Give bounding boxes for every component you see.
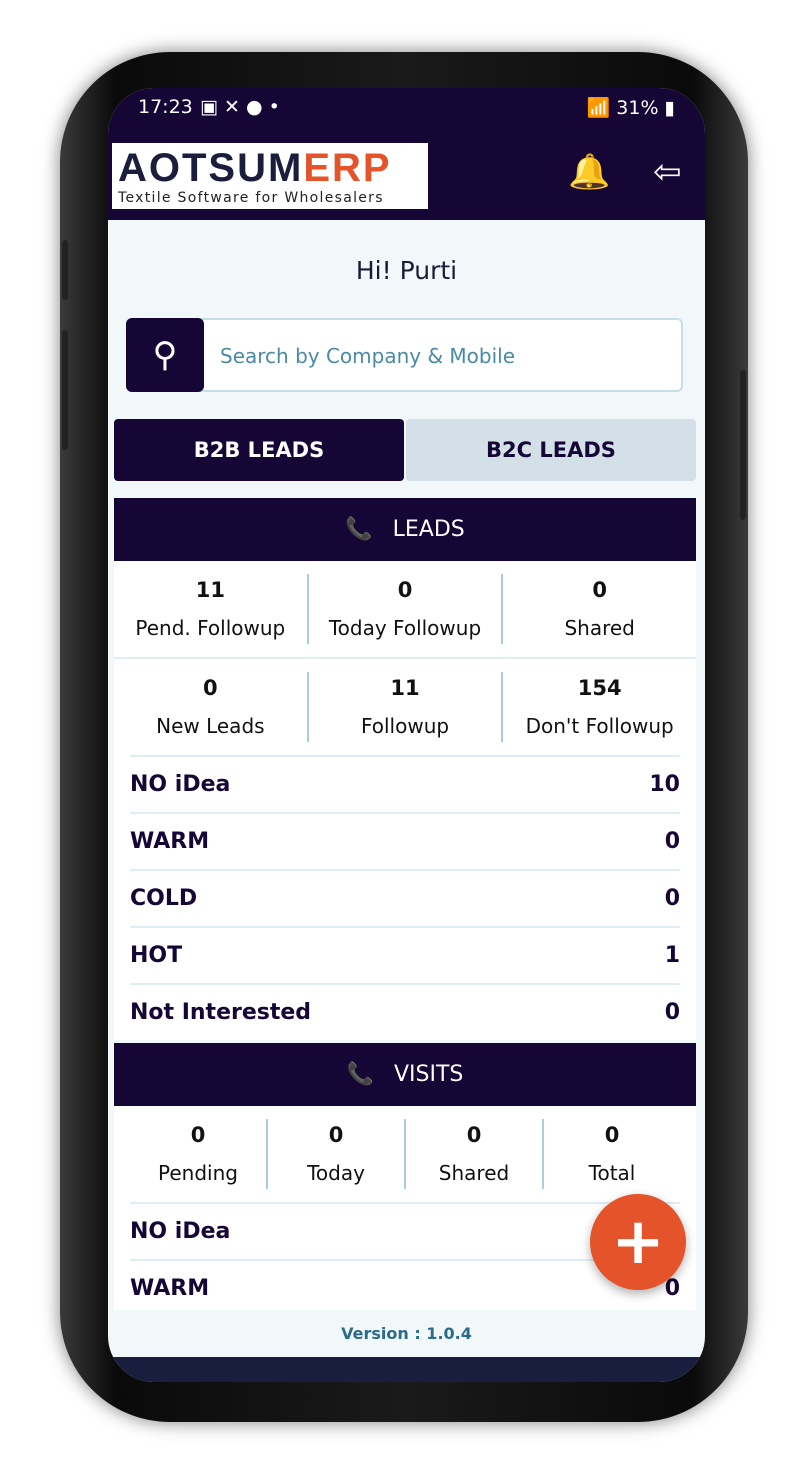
stat-followup[interactable]: 11 Followup — [309, 672, 504, 742]
lead-row-no-idea[interactable]: NO iDea 10 — [130, 755, 680, 812]
row-label: HOT — [130, 943, 183, 968]
greeting: Hi! Purti — [355, 256, 458, 285]
volume-button — [62, 240, 68, 300]
stat-value: 154 — [577, 676, 622, 700]
status-bar: 17:23 ▣ ✕ ● • 📶 31% ▮ — [108, 88, 705, 130]
lead-row-not-interested[interactable]: Not Interested 0 — [130, 983, 680, 1040]
stat-today-followup[interactable]: 0 Today Followup — [309, 574, 504, 644]
signal-icon: 📶 — [586, 97, 617, 119]
leads-header: 📞 LEADS — [114, 498, 696, 561]
volume-button — [62, 330, 68, 450]
lead-row-warm[interactable]: WARM 0 — [130, 812, 680, 869]
tab-b2c-leads[interactable]: B2C LEADS — [406, 419, 696, 481]
stat-label: Don't Followup — [525, 714, 674, 738]
logo-accent: ERP — [303, 146, 392, 190]
stat-value: 0 — [328, 1123, 344, 1147]
stat-value: 0 — [466, 1123, 482, 1147]
stat-visits-pending[interactable]: 0 Pending — [130, 1119, 268, 1189]
reminder-bell-icon[interactable]: 🔔 — [568, 152, 610, 192]
stat-value: 0 — [203, 676, 218, 700]
app-header: AOTSUMERP Textile Software for Wholesale… — [108, 130, 705, 220]
stat-value: 11 — [195, 578, 225, 602]
row-label: WARM — [130, 1276, 210, 1301]
logout-icon[interactable]: ⇦ — [653, 152, 682, 192]
phone-icon: 📞 — [345, 517, 373, 542]
power-button — [740, 370, 746, 520]
visits-header: 📞 VISITS — [114, 1043, 696, 1106]
stat-value: 11 — [390, 676, 420, 700]
stat-value: 0 — [592, 578, 607, 602]
stat-new-leads[interactable]: 0 New Leads — [114, 672, 309, 742]
logo-tagline: Textile Software for Wholesalers — [118, 190, 384, 206]
stat-label: Followup — [360, 714, 450, 738]
stat-label: Shared — [438, 1161, 510, 1185]
stat-value: 0 — [190, 1123, 206, 1147]
row-value: 0 — [664, 1000, 680, 1025]
add-fab-button[interactable]: + — [590, 1194, 686, 1290]
search-icon[interactable]: ⚲ — [126, 318, 204, 392]
app-screen: 17:23 ▣ ✕ ● • 📶 31% ▮ AOTSUMERP Textile … — [108, 88, 705, 1382]
notification-icons: ▣ ✕ ● • — [200, 96, 280, 118]
stat-label: Pend. Followup — [135, 616, 286, 640]
lead-row-hot[interactable]: HOT 1 — [130, 926, 680, 983]
row-label: NO iDea — [130, 772, 231, 797]
logo-main: AOTSUM — [118, 146, 304, 190]
stat-label: Shared — [564, 616, 635, 640]
row-value: 10 — [649, 772, 680, 797]
stat-visits-today[interactable]: 0 Today — [268, 1119, 406, 1189]
search-placeholder: Search by Company & Mobile — [220, 344, 516, 368]
visits-title: VISITS — [394, 1062, 464, 1087]
row-label: NO iDea — [130, 1219, 231, 1244]
phone-icon: 📞 — [346, 1062, 374, 1087]
row-value: 0 — [664, 886, 680, 911]
stat-label: Today Followup — [328, 616, 482, 640]
leads-panel: 11 Pend. Followup 0 Today Followup 0 Shared… — [114, 561, 696, 1040]
version-label: Version : 1.0.4 — [341, 1324, 472, 1343]
row-label: Not Interested — [130, 1000, 312, 1025]
battery-level: 31% — [616, 97, 659, 119]
row-value: 0 — [664, 829, 680, 854]
row-value: 1 — [664, 943, 680, 968]
stat-label: Today — [307, 1161, 365, 1185]
stat-value: 0 — [604, 1123, 620, 1147]
leads-title: LEADS — [392, 517, 465, 542]
stat-visits-shared[interactable]: 0 Shared — [406, 1119, 544, 1189]
row-label: COLD — [130, 886, 198, 911]
search-input[interactable]: ⚲ Search by Company & Mobile — [126, 318, 683, 392]
status-time: 17:23 — [138, 96, 193, 118]
plus-icon: + — [611, 1205, 665, 1279]
stat-dont-followup[interactable]: 154 Don't Followup — [503, 672, 696, 742]
stat-pend-followup[interactable]: 11 Pend. Followup — [114, 574, 309, 644]
stat-label: New Leads — [156, 714, 265, 738]
lead-row-cold[interactable]: COLD 0 — [130, 869, 680, 926]
tab-b2b-leads[interactable]: B2B LEADS — [114, 419, 404, 481]
row-label: WARM — [130, 829, 210, 854]
logo: AOTSUMERP Textile Software for Wholesale… — [112, 143, 428, 209]
status-right: 📶 31% ▮ — [586, 97, 675, 119]
stat-value: 0 — [397, 578, 413, 602]
stat-label: Total — [588, 1161, 636, 1185]
stat-visits-total[interactable]: 0 Total — [544, 1119, 680, 1189]
stat-shared[interactable]: 0 Shared — [503, 574, 696, 644]
bottom-nav-bar — [108, 1357, 705, 1382]
stat-label: Pending — [158, 1161, 238, 1185]
